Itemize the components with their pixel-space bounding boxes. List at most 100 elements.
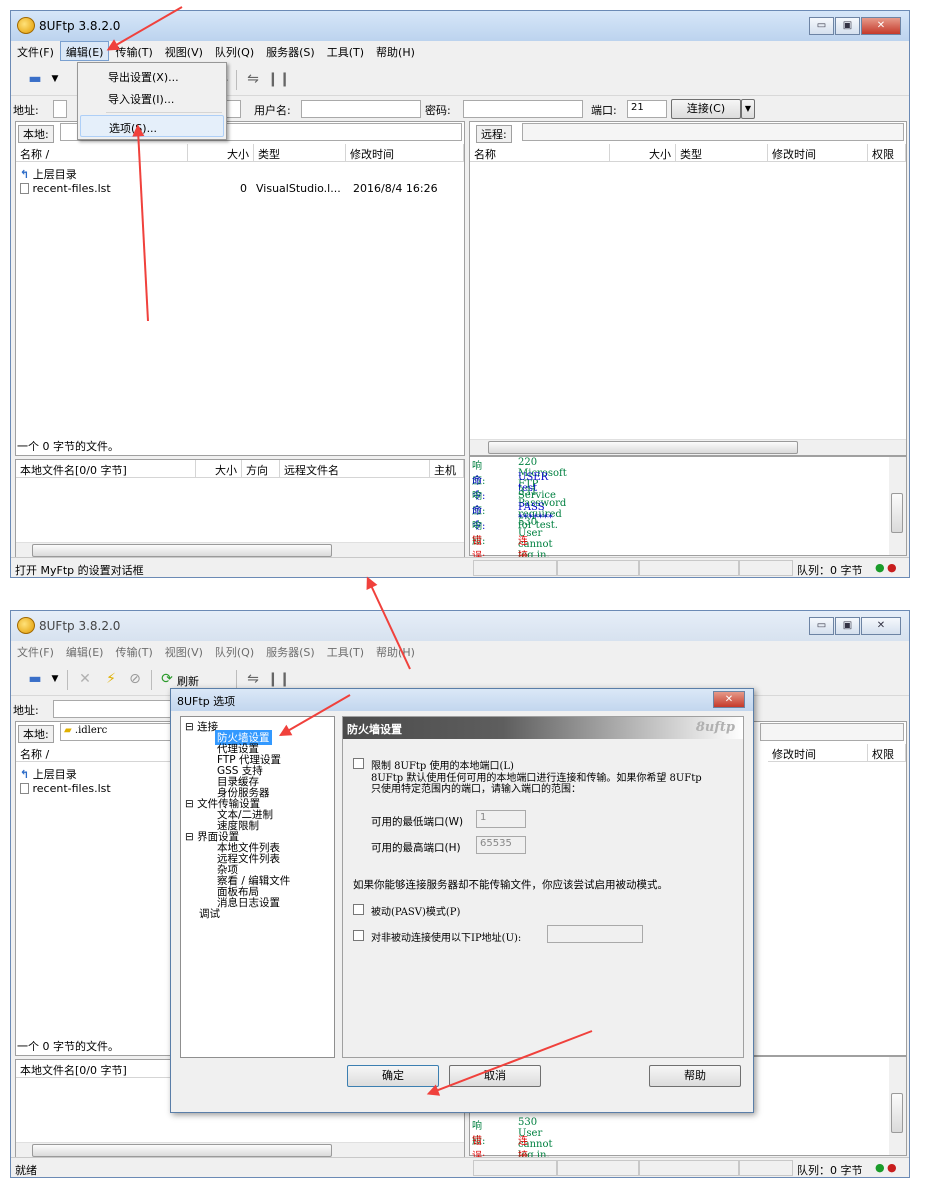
disconnect-icon[interactable]: ✕ <box>75 670 95 688</box>
address-input[interactable] <box>53 700 171 718</box>
local-col-name[interactable]: 名称 / <box>16 144 188 162</box>
file-name: 上层目录 <box>32 768 77 781</box>
remote-col-size[interactable]: 大小 <box>610 144 676 162</box>
min-port-label: 可用的最低端口(W) <box>371 816 464 828</box>
local-col-size[interactable]: 大小 <box>188 144 254 162</box>
remote-path-combo[interactable] <box>760 723 904 741</box>
minimize-button[interactable]: ▭ <box>809 17 834 35</box>
ok-button[interactable]: 确定 <box>347 1065 439 1087</box>
local-path-combo[interactable]: ▰ .idlerc <box>60 723 180 741</box>
port-input[interactable]: 21 <box>627 100 667 118</box>
pasv-ip-input[interactable] <box>547 925 643 943</box>
dropdown-arrow-icon[interactable]: ▼ <box>45 670 65 688</box>
remote-col-type[interactable]: 类型 <box>676 144 768 162</box>
min-port-input[interactable]: 1 <box>476 810 526 828</box>
dialog-title-bar[interactable]: 8UFtp 选项 ✕ <box>171 689 753 711</box>
tree-item-log-settings[interactable]: 消息日志设置 <box>217 895 280 910</box>
remote-path-combo[interactable] <box>522 123 904 141</box>
maximize-button[interactable]: ▣ <box>835 617 860 635</box>
scroll-thumb[interactable] <box>32 544 332 557</box>
toolbar-separator <box>151 670 152 690</box>
queue-col-size[interactable]: 大小 <box>196 460 242 478</box>
site-manager-icon[interactable]: ▬ <box>25 70 45 88</box>
refresh-icon[interactable]: ⟳ <box>157 670 177 688</box>
scroll-thumb[interactable] <box>488 441 798 454</box>
username-label: 用户名: <box>254 104 291 117</box>
remote-col-name[interactable]: 名称 <box>470 144 610 162</box>
remote-col-modified[interactable]: 修改时间 <box>768 744 868 762</box>
local-col-type[interactable]: 类型 <box>254 144 346 162</box>
local-col-name[interactable]: 名称 / <box>16 744 188 762</box>
maximize-button[interactable]: ▣ <box>835 17 860 35</box>
menu-help[interactable]: 帮助(H) <box>370 41 421 61</box>
max-port-label: 可用的最高端口(H) <box>371 842 461 854</box>
menu-transfer[interactable]: 传输(T) <box>109 641 158 661</box>
address-label: 地址: <box>13 704 39 717</box>
queue-col-local-file[interactable]: 本地文件名[0/0 字节] <box>16 460 196 478</box>
tree-item-debug[interactable]: 调试 <box>199 906 220 921</box>
list-item[interactable]: ↰ 上层目录 <box>20 766 77 782</box>
quick-connect-icon[interactable]: ⚡ <box>101 670 121 688</box>
queue-horizontal-scrollbar[interactable] <box>16 1142 464 1158</box>
minimize-button[interactable]: ▭ <box>809 617 834 635</box>
menu-file[interactable]: 文件(F) <box>11 641 60 661</box>
scroll-thumb[interactable] <box>32 1144 332 1157</box>
log-vertical-scrollbar[interactable] <box>889 457 906 555</box>
pause-icon[interactable]: ❙❙ <box>267 70 290 88</box>
remote-col-permissions[interactable]: 权限 <box>868 144 906 162</box>
help-button[interactable]: 帮助 <box>649 1065 741 1087</box>
options-dialog: 8UFtp 选项 ✕ ⊟ 连接 防火墙设置 代理设置 FTP 代理设置 GSS … <box>170 688 754 1113</box>
menu-tools[interactable]: 工具(T) <box>321 41 370 61</box>
max-port-input[interactable]: 65535 <box>476 836 526 854</box>
password-input[interactable] <box>463 100 583 118</box>
dialog-close-button[interactable]: ✕ <box>713 691 745 708</box>
scroll-thumb[interactable] <box>891 493 903 533</box>
remote-horizontal-scrollbar[interactable] <box>470 439 906 455</box>
menu-server[interactable]: 服务器(S) <box>260 641 321 661</box>
queue-col-remote-file[interactable]: 远程文件名 <box>280 460 430 478</box>
connect-dropdown-button[interactable]: ▼ <box>741 99 755 119</box>
menu-item-options[interactable]: 选项(S)... <box>80 115 224 137</box>
close-button[interactable]: ✕ <box>861 617 901 635</box>
pause-icon[interactable]: ❙❙ <box>267 670 290 688</box>
sync-icon[interactable]: ⇋ <box>243 670 263 688</box>
menu-tools[interactable]: 工具(T) <box>321 641 370 661</box>
queue-horizontal-scrollbar[interactable] <box>16 542 464 558</box>
menu-queue[interactable]: 队列(Q) <box>209 641 260 661</box>
limit-ports-checkbox[interactable] <box>353 758 364 769</box>
sync-icon[interactable]: ⇋ <box>243 70 263 88</box>
dropdown-arrow-icon[interactable]: ▼ <box>45 70 65 88</box>
local-col-modified[interactable]: 修改时间 <box>346 144 464 162</box>
queue-col-host[interactable]: 主机 <box>430 460 464 478</box>
scroll-thumb[interactable] <box>891 1093 903 1133</box>
username-input[interactable] <box>301 100 421 118</box>
section-title: 防火墙设置 <box>347 723 402 736</box>
title-bar[interactable]: 8UFtp 3.8.2.0 ▭ ▣ ✕ <box>11 611 909 641</box>
connect-button[interactable]: 连接(C) <box>671 99 741 119</box>
list-item[interactable]: ↰ 上层目录 <box>20 166 77 182</box>
queue-col-local-file[interactable]: 本地文件名[0/0 字节] <box>16 1060 176 1078</box>
site-manager-icon[interactable]: ▬ <box>25 670 45 688</box>
list-item[interactable]: recent-files.lst <box>20 782 111 795</box>
list-item[interactable]: recent-files.lst 0 VisualStudio.l... 201… <box>20 182 460 195</box>
pasv-ip-checkbox[interactable] <box>353 930 364 941</box>
address-input[interactable] <box>53 100 67 118</box>
tree-item-connection[interactable]: ⊟ 连接 <box>185 719 218 734</box>
queue-col-direction[interactable]: 方向 <box>242 460 280 478</box>
remote-col-permissions[interactable]: 权限 <box>868 744 906 762</box>
menu-edit[interactable]: 编辑(E) <box>60 641 110 661</box>
menu-item-import-settings[interactable]: 导入设置(I)... <box>80 87 224 109</box>
menu-edit[interactable]: 编辑(E) <box>59 41 110 61</box>
menu-item-export-settings[interactable]: 导出设置(X)... <box>80 65 224 87</box>
menu-view[interactable]: 视图(V) <box>159 41 209 61</box>
pasv-checkbox[interactable] <box>353 904 364 915</box>
menu-file[interactable]: 文件(F) <box>11 41 60 61</box>
menu-view[interactable]: 视图(V) <box>159 641 209 661</box>
menu-queue[interactable]: 队列(Q) <box>209 41 260 61</box>
log-vertical-scrollbar[interactable] <box>889 1057 906 1155</box>
menu-server[interactable]: 服务器(S) <box>260 41 321 61</box>
close-button[interactable]: ✕ <box>861 17 901 35</box>
remote-col-modified[interactable]: 修改时间 <box>768 144 868 162</box>
stop-icon[interactable]: ⊘ <box>125 670 145 688</box>
menu-help[interactable]: 帮助(H) <box>370 641 421 661</box>
